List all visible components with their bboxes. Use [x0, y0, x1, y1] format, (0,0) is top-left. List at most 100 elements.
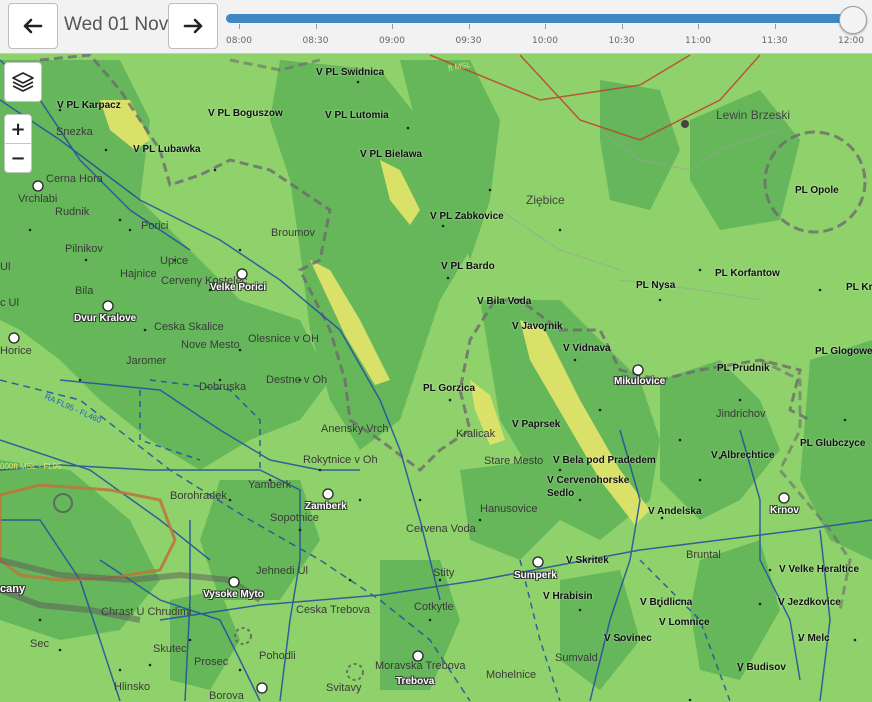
- town-label: Cerna Hora: [46, 173, 103, 185]
- town-label: Upice: [160, 255, 189, 267]
- layers-button[interactable]: [4, 62, 42, 102]
- town-label: Olesnice v OH: [248, 333, 319, 345]
- waypoint-label[interactable]: V Bila Voda: [477, 296, 531, 307]
- town-label: Broumov: [271, 227, 316, 239]
- town-label: Pilnikov: [65, 243, 103, 255]
- waypoint-label[interactable]: V Bela pod Pradedem: [553, 455, 656, 466]
- town-label: Ul: [0, 261, 11, 273]
- waypoint-label[interactable]: V Velke Heraltice: [779, 564, 859, 575]
- waypoint-label[interactable]: PL Prudnik: [717, 363, 770, 374]
- town-label: c Ul: [0, 297, 19, 309]
- town-label: Stity: [433, 567, 455, 579]
- airspace-label: cany: [0, 583, 26, 595]
- town-label: Bila: [75, 285, 94, 297]
- waypoint-label[interactable]: V Skritek: [566, 555, 609, 566]
- airspace-label: 000ft MSL - FL95: [0, 462, 62, 471]
- waypoint-label[interactable]: V Hrabisin: [543, 591, 592, 602]
- map-canvas[interactable]: [0, 0, 872, 701]
- town-label: Snezka: [56, 126, 93, 138]
- airport-label[interactable]: Vysoke Myto: [203, 589, 264, 600]
- waypoint-label[interactable]: PL Korfantow: [715, 268, 780, 279]
- town-label: Sec: [30, 638, 49, 650]
- town-label: Vrchlabi: [18, 193, 58, 205]
- waypoint-label[interactable]: PL Kr: [846, 282, 872, 293]
- waypoint-label[interactable]: V Paprsek: [512, 419, 560, 430]
- timeline-tick: [392, 24, 393, 29]
- waypoint-label[interactable]: V Andelska: [648, 506, 702, 517]
- layers-icon: [12, 72, 34, 92]
- waypoint-label[interactable]: V PL Zabkovice: [430, 211, 504, 222]
- waypoint-label[interactable]: V Albrechtice: [711, 450, 775, 461]
- waypoint-label[interactable]: V Sovinec: [604, 633, 652, 644]
- airport-label[interactable]: Mikulovice: [614, 376, 665, 387]
- airport-label[interactable]: Sumperk: [514, 570, 557, 581]
- timeline-tick: [774, 24, 776, 29]
- waypoint-label[interactable]: V Cervenohorske Sedlo: [547, 474, 657, 500]
- waypoint-label[interactable]: PL Gorzica: [423, 383, 475, 394]
- town-label: Pohodli: [259, 650, 296, 662]
- town-label: Hlinsko: [114, 681, 151, 693]
- date-label: Wed 01 Nov: [64, 14, 169, 35]
- waypoint-label[interactable]: V Bridlicna: [640, 597, 692, 608]
- town-label: Rudnik: [55, 206, 90, 218]
- waypoint-label[interactable]: V PL Lutomia: [325, 110, 389, 121]
- town-label: Ziębice: [526, 193, 565, 207]
- town-label: Hanusovice: [480, 503, 538, 515]
- town-label: Destne v Oh: [266, 374, 328, 386]
- airport-label[interactable]: Velke Porici: [210, 282, 266, 293]
- prev-day-button[interactable]: [8, 3, 58, 49]
- town-label: Ceska Skalice: [154, 321, 224, 333]
- waypoint-label[interactable]: V PL Bardo: [441, 261, 495, 272]
- waypoint-label[interactable]: V PL Lubawka: [133, 144, 201, 155]
- town-label: Stare Mesto: [484, 455, 544, 467]
- timeline-tick: [621, 24, 623, 29]
- waypoint-label[interactable]: PL Opole: [795, 185, 839, 196]
- timeline-tick-label: 12:00: [838, 36, 864, 46]
- airport-label[interactable]: Zamberk: [305, 501, 347, 512]
- waypoint-label[interactable]: V PL Boguszow: [208, 108, 283, 119]
- town-label: Jaromer: [126, 355, 167, 367]
- waypoint-label[interactable]: V PL Karpacz: [57, 100, 121, 111]
- airport-label[interactable]: Trebova: [396, 676, 434, 687]
- timeline-tick: [468, 24, 470, 29]
- waypoint-label[interactable]: V Javornik: [512, 321, 563, 332]
- timeline-tick: [545, 24, 546, 29]
- town-label: Bruntal: [686, 549, 721, 561]
- town-label: Kralicak: [456, 428, 496, 440]
- waypoint-label[interactable]: V Vidnava: [563, 343, 611, 354]
- zoom-out-button[interactable]: −: [4, 143, 32, 173]
- town-label: Svitavy: [326, 682, 362, 694]
- airport-label[interactable]: Krnov: [770, 505, 799, 516]
- town-label: Jindrichov: [716, 408, 766, 420]
- town-label: Anensky Vrch: [321, 423, 389, 435]
- town-label: Lewin Brzeski: [716, 108, 791, 122]
- airport-label[interactable]: Dvur Kralove: [74, 313, 136, 324]
- town-label: Chrast U Chrudimi: [101, 606, 192, 618]
- town-label: Borohradek: [170, 490, 227, 502]
- timeline-track[interactable]: [226, 14, 856, 23]
- town-label: Jehnedi Ul: [256, 565, 308, 577]
- town-label: Sumvald: [555, 652, 598, 664]
- town-label: Nove Mesto: [181, 339, 240, 351]
- waypoint-label[interactable]: V PL Swidnica: [316, 67, 384, 78]
- next-day-button[interactable]: [168, 3, 218, 49]
- timeline-toolbar: Wed 01 Nov 08:00 08:30 09:00 09:30 10:00 10:3…: [0, 0, 872, 54]
- arrow-left-icon: [23, 18, 43, 34]
- timeline-tick-label: 11:30: [761, 36, 788, 46]
- town-label: Hajnice: [120, 268, 157, 280]
- waypoint-label[interactable]: V Melc: [798, 633, 830, 644]
- town-label: Cotkytle: [414, 601, 454, 613]
- town-label: Skutec: [153, 643, 187, 655]
- waypoint-label[interactable]: PL Glubczyce: [800, 438, 865, 449]
- town-label: Yamberk: [248, 479, 292, 491]
- waypoint-label[interactable]: V Budisov: [737, 662, 786, 673]
- timeline-thumb[interactable]: [839, 6, 867, 34]
- zoom-in-button[interactable]: +: [4, 114, 32, 144]
- waypoint-label[interactable]: PL Nysa: [636, 280, 675, 291]
- waypoint-label[interactable]: V Lomnice: [659, 617, 710, 628]
- timeline-tick-label: 10:00: [532, 36, 558, 46]
- waypoint-label[interactable]: PL Glogowe: [815, 346, 872, 357]
- waypoint-label[interactable]: V Jezdkovice: [778, 597, 841, 608]
- waypoint-label[interactable]: V PL Bielawa: [360, 149, 422, 160]
- town-label: Borova: [209, 690, 244, 702]
